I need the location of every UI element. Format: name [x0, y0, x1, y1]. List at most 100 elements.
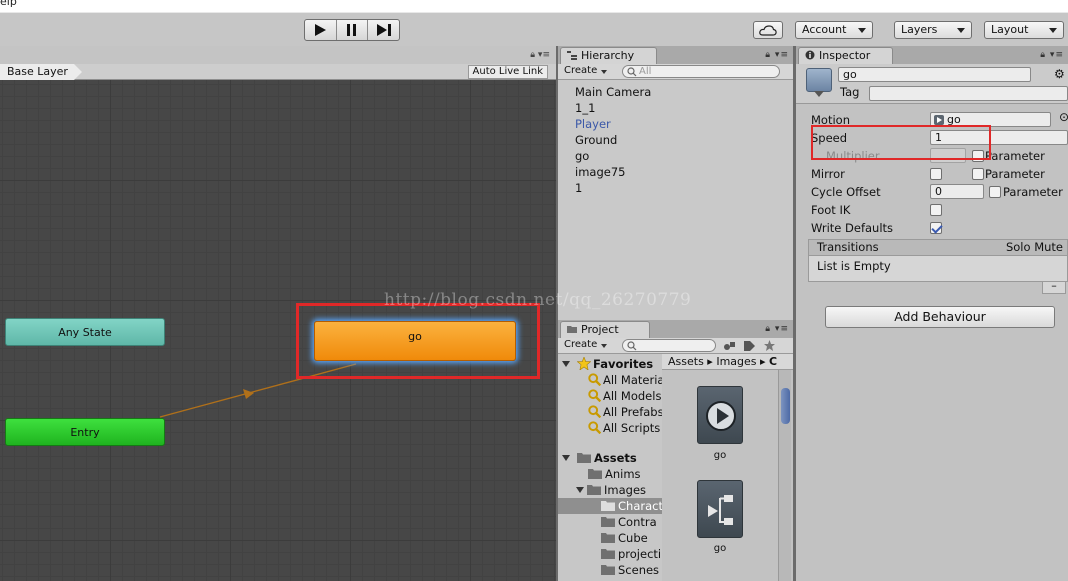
cycle-offset-parameter-checkbox[interactable] — [989, 186, 1001, 198]
chevron-down-icon[interactable] — [576, 487, 584, 493]
breadcrumb-item[interactable]: Assets — [668, 355, 704, 368]
step-button[interactable] — [368, 20, 399, 40]
folder-item-selected[interactable]: Charact — [558, 498, 663, 514]
search-icon — [627, 67, 637, 77]
folder-item[interactable]: Anims — [588, 466, 641, 482]
asset-tile[interactable] — [697, 386, 743, 444]
mirror-checkbox[interactable] — [930, 168, 942, 180]
folder-item[interactable]: Images — [576, 482, 646, 498]
list-item[interactable]: 1_1 — [575, 100, 651, 116]
list-item[interactable]: Ground — [575, 132, 651, 148]
folder-icon — [588, 469, 602, 479]
folder-item[interactable]: Cube — [601, 530, 648, 546]
chevron-down-icon[interactable] — [562, 361, 570, 367]
transitions-label: Transitions — [817, 240, 879, 254]
hierarchy-list: Main Camera 1_1 Player Ground go image75… — [575, 84, 651, 196]
chevron-down-icon — [957, 28, 965, 33]
favorites-label: Favorites — [593, 357, 654, 371]
pause-button[interactable] — [337, 20, 369, 40]
project-scrollbar[interactable] — [778, 370, 791, 581]
favorite-label: All Scripts — [603, 421, 661, 435]
main-toolbar: Account Layers Layout — [0, 12, 1068, 46]
assets-label: Assets — [594, 451, 637, 465]
mirror-parameter-checkbox[interactable] — [972, 168, 984, 180]
account-label: Account — [802, 23, 847, 36]
breadcrumb-item[interactable]: C — [769, 355, 777, 368]
write-defaults-checkbox[interactable] — [930, 222, 942, 234]
layers-dropdown[interactable]: Layers — [894, 21, 972, 39]
tag-field[interactable] — [869, 86, 1068, 101]
star-icon[interactable] — [764, 340, 775, 351]
project-breadcrumb: Assets ▸ Images ▸ C — [662, 354, 793, 370]
favorite-item[interactable]: All Prefabs — [588, 404, 664, 420]
project-asset-grid: Assets ▸ Images ▸ C go go — [662, 354, 793, 581]
lock-icon[interactable]: 🔒︎ ▾≡ — [765, 50, 789, 60]
scrollbar-thumb[interactable] — [781, 388, 790, 424]
chevron-down-icon — [858, 28, 866, 33]
project-search-input[interactable] — [622, 339, 716, 352]
list-item[interactable]: Main Camera — [575, 84, 651, 100]
filter-type-icon[interactable] — [724, 341, 736, 351]
favorite-label: All Models — [603, 389, 662, 403]
entry-label: Entry — [70, 426, 100, 439]
favorites-row[interactable]: Favorites — [562, 356, 653, 372]
menu-help[interactable]: elp — [0, 0, 17, 8]
favorite-item[interactable]: All Materia — [588, 372, 664, 388]
parameter-label: Parameter — [985, 167, 1045, 181]
add-behaviour-button[interactable]: Add Behaviour — [825, 306, 1055, 328]
folder-icon — [601, 517, 615, 527]
create-dropdown[interactable]: Create — [564, 64, 608, 79]
parameter-label: Parameter — [1003, 185, 1063, 199]
folder-icon — [577, 453, 592, 463]
asset-tile[interactable] — [697, 480, 743, 538]
pause-icon — [347, 24, 356, 36]
remove-transition-button[interactable]: – — [1042, 280, 1066, 294]
assets-row[interactable]: Assets — [562, 450, 637, 466]
cycle-offset-label: Cycle Offset — [811, 185, 881, 199]
info-icon — [805, 50, 815, 60]
hierarchy-search-input[interactable]: All — [622, 65, 780, 78]
lock-icon[interactable]: 🔒︎ ▾≡ — [1040, 50, 1064, 60]
foot-ik-checkbox[interactable] — [930, 204, 942, 216]
object-picker-icon[interactable]: ⊙ — [1059, 110, 1068, 124]
animator-window[interactable]: 🔒︎ ▾≡ Base Layer Auto Live Link Any Stat… — [0, 46, 556, 581]
breadcrumb-item[interactable]: Images — [716, 355, 756, 368]
label-icon[interactable] — [744, 341, 755, 351]
folder-item[interactable]: Contra — [601, 514, 657, 530]
favorite-item[interactable]: All Scripts — [588, 420, 660, 436]
create-dropdown[interactable]: Create — [564, 338, 608, 353]
folder-item[interactable]: Scenes — [601, 562, 659, 578]
list-item[interactable]: image75 — [575, 164, 651, 180]
folder-icon — [601, 549, 615, 559]
folder-item[interactable]: projecti — [601, 546, 661, 562]
layout-dropdown[interactable]: Layout — [984, 21, 1064, 39]
gear-icon[interactable]: ⚙ — [1054, 67, 1065, 81]
chevron-down-icon — [601, 70, 608, 74]
list-item[interactable]: go — [575, 148, 651, 164]
create-label: Create — [564, 339, 598, 350]
cloud-button[interactable] — [753, 21, 783, 39]
entry-node[interactable]: Entry — [5, 418, 165, 446]
highlight-box — [811, 125, 991, 160]
favorite-item[interactable]: All Models — [588, 388, 661, 404]
account-dropdown[interactable]: Account — [795, 21, 873, 39]
play-icon — [315, 24, 327, 36]
cloud-icon — [759, 24, 777, 36]
asset-label: go — [713, 450, 727, 461]
project-tab-label: Project — [581, 323, 619, 336]
any-state-node[interactable]: Any State — [5, 318, 165, 346]
tab-inspector[interactable]: Inspector — [798, 47, 894, 64]
tab-hierarchy[interactable]: Hierarchy — [560, 47, 658, 64]
tab-project[interactable]: Project — [560, 321, 650, 338]
chevron-down-icon — [601, 344, 608, 348]
object-name-field[interactable]: go — [838, 67, 1031, 82]
inspector-tabbar: Inspector 🔒︎ ▾≡ — [796, 46, 1068, 64]
lock-icon[interactable]: 🔒︎ ▾≡ — [765, 324, 789, 334]
list-item-prefab[interactable]: Player — [575, 116, 651, 132]
hierarchy-toolbar: Create All — [558, 64, 793, 80]
play-button[interactable] — [305, 20, 337, 40]
cycle-offset-field[interactable]: 0 — [930, 184, 984, 199]
solo-mute-label: Solo Mute — [1005, 240, 1063, 254]
chevron-down-icon[interactable] — [562, 455, 570, 461]
list-item[interactable]: 1 — [575, 180, 651, 196]
